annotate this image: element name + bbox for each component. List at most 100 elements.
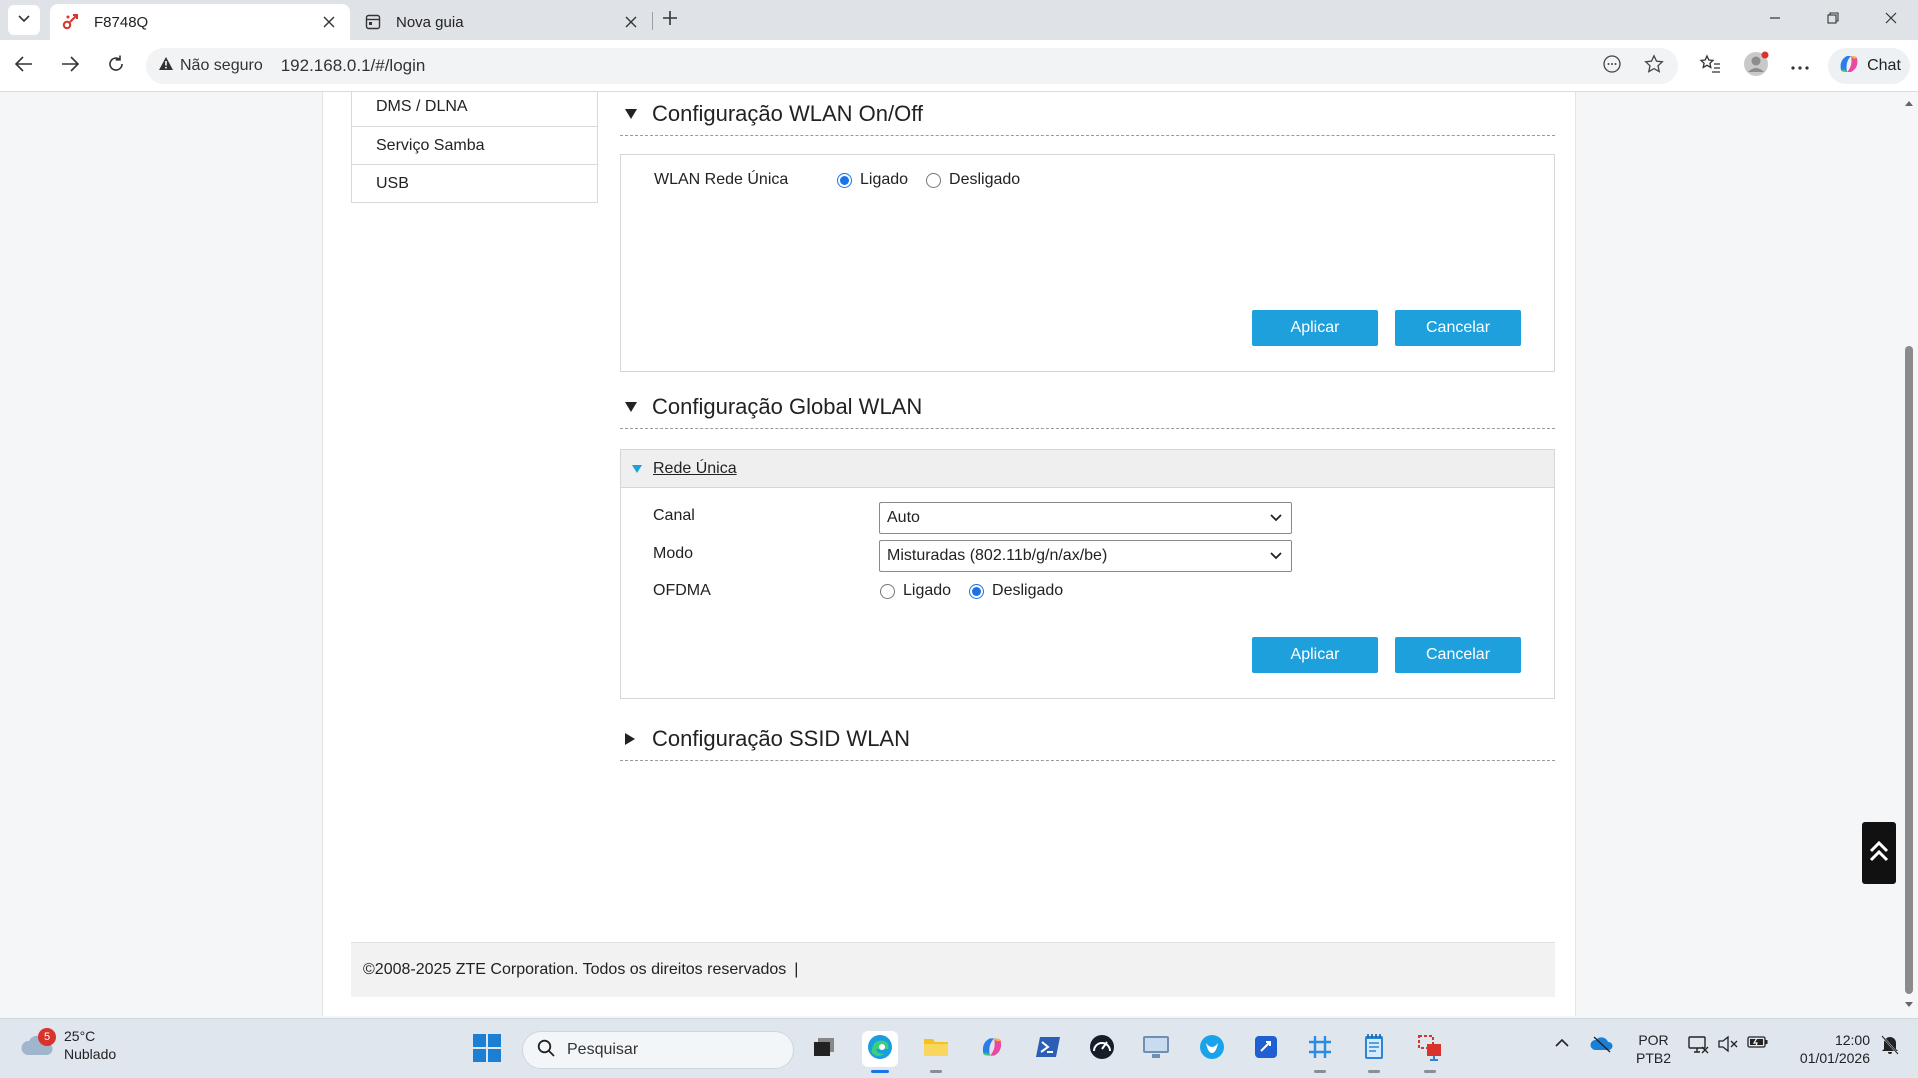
weather-alert-badge: 5 [38,1028,56,1046]
canal-select[interactable]: Auto [879,502,1292,534]
url-text: 192.168.0.1/#/login [280,56,426,75]
sidebar-item-dms-dlna[interactable]: DMS / DLNA [352,92,597,126]
radio-button-checked[interactable] [969,583,985,599]
sidebar-item-samba[interactable]: Serviço Samba [352,126,597,164]
subsection-rede-unica-header[interactable]: Rede Única [621,450,1554,488]
apply-button[interactable]: Aplicar [1252,637,1378,673]
copyright-text: ©2008-2025 ZTE Corporation. Todos os dir… [363,961,787,978]
address-bar[interactable]: Não seguro 192.168.0.1/#/login [146,48,1678,84]
file-explorer-button[interactable] [918,1031,954,1073]
radio-ligado[interactable]: Ligado [880,582,951,600]
battery-tray-button[interactable] [1746,1035,1770,1054]
section-title: Configuração Global WLAN [652,393,923,419]
open-app-indicator [1314,1070,1326,1073]
minimize-button[interactable] [1752,6,1798,34]
copilot-icon [1837,52,1861,81]
wlan-onoff-radio-group: Ligado Desligado [837,171,1038,189]
arrow-right-icon [60,54,80,79]
start-button[interactable] [472,1033,504,1065]
radio-button[interactable] [926,172,942,188]
radio-button[interactable] [880,583,895,599]
close-icon [1885,11,1897,29]
copilot-taskbar-button[interactable] [974,1031,1010,1067]
edge-browser-icon [866,1033,894,1066]
remote-desktop-button[interactable] [1138,1031,1174,1067]
tab-title: Nova guia [396,13,464,31]
language-indicator[interactable]: POR PTB2 [1636,1031,1671,1067]
monitor-icon [1141,1034,1171,1065]
modo-select[interactable]: Misturadas (802.11b/g/n/ax/be) [879,540,1292,572]
scrollbar-thumb[interactable] [1905,346,1913,994]
radio-desligado[interactable]: Desligado [926,171,1020,189]
volume-tray-button[interactable] [1716,1035,1740,1058]
keyboard-layout: PTB2 [1636,1050,1672,1066]
powershell-icon [1035,1036,1061,1063]
network-tool-button[interactable] [1412,1031,1448,1073]
scroll-to-top-button[interactable] [1862,822,1896,884]
close-icon[interactable] [622,13,640,31]
section-wlan-global-header[interactable]: Configuração Global WLAN [620,385,1555,429]
section-wlan-ssid-header[interactable]: Configuração SSID WLAN [620,717,1555,761]
app-blue-square-icon [1253,1034,1279,1065]
settings-more-button[interactable] [1784,50,1816,82]
apply-button[interactable]: Aplicar [1252,310,1378,346]
close-icon[interactable] [320,13,338,31]
ofdma-radio-group: Ligado Desligado [880,582,1081,600]
page-scrollbar[interactable] [1900,92,1918,1016]
favorites-button[interactable] [1694,50,1726,82]
search-icon [537,1039,555,1062]
chevron-down-icon [1269,549,1283,563]
taskbar-clock[interactable]: 12:00 01/01/2026 [1786,1031,1870,1067]
tab-f8748q[interactable]: F8748Q [50,4,350,40]
restore-button[interactable] [1810,6,1856,34]
app-button-shield[interactable] [1194,1031,1230,1067]
notepad-button[interactable] [1356,1031,1392,1073]
edge-taskbar-button[interactable] [862,1031,898,1073]
onedrive-tray-icon-button[interactable] [1590,1035,1614,1058]
arrow-left-icon [14,54,34,79]
zte-favicon-icon [62,13,80,31]
star-icon[interactable] [1644,53,1664,79]
open-app-indicator [930,1070,942,1073]
forward-button[interactable] [54,50,86,82]
radio-ligado[interactable]: Ligado [837,171,908,189]
avatar [1743,51,1769,82]
show-hidden-icons-button[interactable] [1552,1035,1572,1053]
notifications-button[interactable] [1878,1035,1902,1060]
weather-temp: 25°C [64,1028,96,1044]
new-tab-button[interactable] [656,6,684,34]
bell-icon [1881,1035,1899,1060]
app-button-blue[interactable] [1248,1031,1284,1067]
radio-button-checked[interactable] [837,172,852,188]
refresh-button[interactable] [100,50,132,82]
cancel-button[interactable]: Cancelar [1395,637,1521,673]
scroll-up-arrow-icon[interactable] [1904,98,1914,108]
sidebar-item-usb[interactable]: USB [352,164,597,202]
security-warning[interactable]: Não seguro [158,56,263,76]
weather-widget[interactable]: 5 25°C Nublado [20,1027,116,1063]
section-wlan-onoff-header[interactable]: Configuração WLAN On/Off [620,92,1555,136]
more-dots-icon [1791,57,1809,75]
back-button[interactable] [8,50,40,82]
chevron-down-icon [17,11,31,30]
close-window-button[interactable] [1868,6,1914,34]
powershell-button[interactable] [1030,1031,1066,1067]
profile-button[interactable] [1740,50,1772,82]
task-view-button[interactable] [806,1031,842,1067]
page-footer: ©2008-2025 ZTE Corporation. Todos os dir… [351,942,1555,997]
tab-actions-menu-button[interactable] [8,5,40,35]
more-tools-icon[interactable] [1602,54,1622,79]
warning-triangle-icon [158,56,174,76]
taskbar-search[interactable]: Pesquisar [522,1031,794,1069]
radio-desligado[interactable]: Desligado [969,582,1063,600]
speedtest-button[interactable] [1084,1031,1120,1067]
sidebar-menu: DMS / DLNA Serviço Samba USB [351,92,598,203]
copilot-chat-button[interactable]: Chat [1828,48,1910,84]
snipping-tool-button[interactable] [1302,1031,1338,1073]
tab-nova-guia[interactable]: Nova guia [352,4,652,40]
radio-label: Ligado [903,582,952,599]
cancel-button[interactable]: Cancelar [1395,310,1521,346]
scroll-down-arrow-icon[interactable] [1904,1000,1914,1010]
network-tray-button[interactable] [1686,1035,1710,1060]
minimize-icon [1769,11,1781,29]
